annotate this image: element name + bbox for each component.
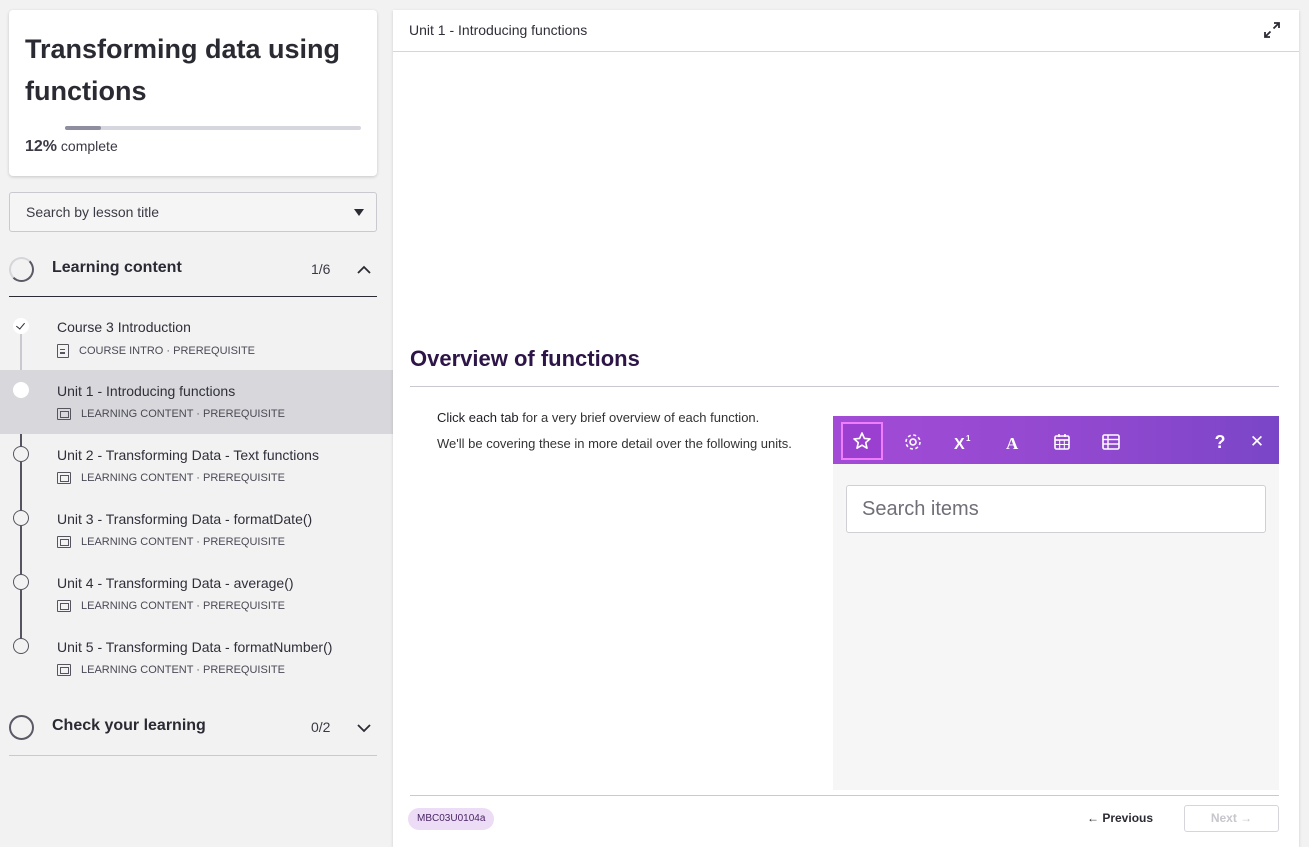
intro-paragraph-2: We'll be covering these in more detail o…	[437, 436, 792, 451]
lesson-meta: LEARNING CONTENT · PREREQUISITE	[57, 408, 285, 420]
function-picker-widget: X1 A ? ✕	[833, 416, 1279, 790]
lesson-title: Unit 2 - Transforming Data - Text functi…	[57, 447, 319, 463]
lesson-title: Unit 5 - Transforming Data - formatNumbe…	[57, 639, 333, 655]
footer-divider	[410, 795, 1279, 796]
chevron-up-icon[interactable]	[357, 263, 371, 277]
document-icon	[57, 344, 69, 358]
intro-rest: for a very brief overview of each functi…	[518, 410, 760, 425]
presentation-icon	[57, 536, 71, 548]
lesson-title: Unit 1 - Introducing functions	[57, 383, 236, 399]
lesson-code-badge: MBC03U0104a	[408, 808, 495, 830]
incomplete-dot-icon	[13, 638, 29, 654]
table-icon	[1102, 434, 1120, 450]
tab-settings[interactable]	[892, 422, 934, 462]
close-button[interactable]: ✕	[1236, 422, 1278, 462]
search-items-input[interactable]	[847, 486, 1265, 532]
lesson-meta: LEARNING CONTENT · PREREQUISITE	[57, 472, 285, 484]
presentation-icon	[57, 664, 71, 676]
incomplete-dot-icon	[13, 510, 29, 526]
lesson-meta: LEARNING CONTENT · PREREQUISITE	[57, 536, 285, 548]
expand-icon[interactable]	[1263, 21, 1281, 39]
lesson-title: Course 3 Introduction	[57, 319, 191, 335]
lesson-meta: COURSE INTRO · PREREQUISITE	[57, 344, 255, 358]
intro-paragraph: Click each tab for a very brief overview…	[437, 410, 807, 426]
tab-star[interactable]	[841, 422, 883, 460]
overview-title: Overview of functions	[410, 346, 640, 371]
tab-math[interactable]: X1	[942, 422, 984, 462]
lesson-item[interactable]: Course 3 Introduction COURSE INTRO · PRE…	[0, 306, 393, 370]
section-title: Learning content	[52, 259, 182, 276]
lesson-meta: LEARNING CONTENT · PREREQUISITE	[57, 664, 285, 676]
section-check-your-learning[interactable]: Check your learning 0/2	[9, 699, 377, 755]
course-card: Transforming data using functions 12% co…	[9, 10, 377, 176]
progress-percent: 12%	[25, 138, 58, 155]
tab-date[interactable]	[1041, 422, 1083, 462]
intro-strong: Click each tab	[437, 410, 519, 425]
star-icon	[853, 432, 871, 450]
section-title: Check your learning	[52, 717, 206, 734]
widget-toolbar: X1 A ? ✕	[833, 416, 1279, 464]
section-divider	[9, 296, 377, 297]
presentation-icon	[57, 408, 71, 420]
course-title: Transforming data using functions	[25, 34, 341, 106]
lesson-search-placeholder: Search by lesson title	[26, 204, 160, 220]
caret-down-icon	[354, 209, 364, 216]
lesson-item-active[interactable]: Unit 1 - Introducing functions LEARNING …	[0, 370, 393, 434]
lesson-content-panel: Unit 1 - Introducing functions Overview …	[393, 10, 1299, 847]
font-icon: A	[1006, 434, 1019, 452]
svg-text:X: X	[954, 436, 965, 452]
section-learning-content[interactable]: Learning content 1/6	[9, 241, 377, 297]
breadcrumb: Unit 1 - Introducing functions	[409, 22, 588, 38]
calendar-icon	[1054, 434, 1070, 450]
tab-table[interactable]	[1090, 422, 1132, 462]
chevron-down-icon[interactable]	[357, 721, 371, 735]
section-count: 0/2	[311, 719, 331, 735]
incomplete-dot-icon	[13, 574, 29, 590]
section-divider	[9, 755, 377, 756]
lesson-item[interactable]: Unit 3 - Transforming Data - formatDate(…	[0, 498, 393, 562]
lesson-title: Unit 3 - Transforming Data - formatDate(…	[57, 511, 313, 527]
svg-text:1: 1	[966, 434, 971, 443]
current-lesson-dot-icon	[13, 382, 29, 398]
lesson-title: Unit 4 - Transforming Data - average()	[57, 575, 294, 591]
svg-text:A: A	[1006, 434, 1019, 452]
progress-bar	[65, 126, 361, 130]
progress-ring-icon	[9, 257, 34, 282]
widget-search[interactable]	[846, 485, 1266, 533]
gear-icon	[905, 434, 921, 450]
tab-text[interactable]: A	[992, 422, 1034, 462]
lesson-meta: LEARNING CONTENT · PREREQUISITE	[57, 600, 285, 612]
sidebar: Transforming data using functions 12% co…	[0, 0, 393, 847]
presentation-icon	[57, 600, 71, 612]
previous-button[interactable]: ← Previous	[1087, 811, 1153, 825]
intro-text: Click each tab for a very brief overview…	[437, 410, 807, 462]
progress-suffix: complete	[60, 138, 118, 154]
lesson-item[interactable]: Unit 5 - Transforming Data - formatNumbe…	[0, 626, 393, 690]
lesson-search-dropdown[interactable]: Search by lesson title	[9, 192, 377, 232]
help-button[interactable]: ?	[1199, 422, 1241, 462]
progress-bar-fill	[65, 126, 101, 130]
presentation-icon	[57, 472, 71, 484]
progress-text: 12% complete	[25, 138, 118, 156]
lesson-header: Unit 1 - Introducing functions	[393, 10, 1299, 52]
incomplete-dot-icon	[13, 446, 29, 462]
section-count: 1/6	[311, 261, 331, 277]
next-button[interactable]: Next →	[1184, 805, 1279, 832]
lesson-item[interactable]: Unit 4 - Transforming Data - average() L…	[0, 562, 393, 626]
lesson-item[interactable]: Unit 2 - Transforming Data - Text functi…	[0, 434, 393, 498]
progress-ring-icon	[9, 715, 34, 740]
check-icon	[13, 318, 29, 334]
overview-divider	[410, 386, 1279, 387]
superscript-icon: X1	[954, 434, 971, 452]
